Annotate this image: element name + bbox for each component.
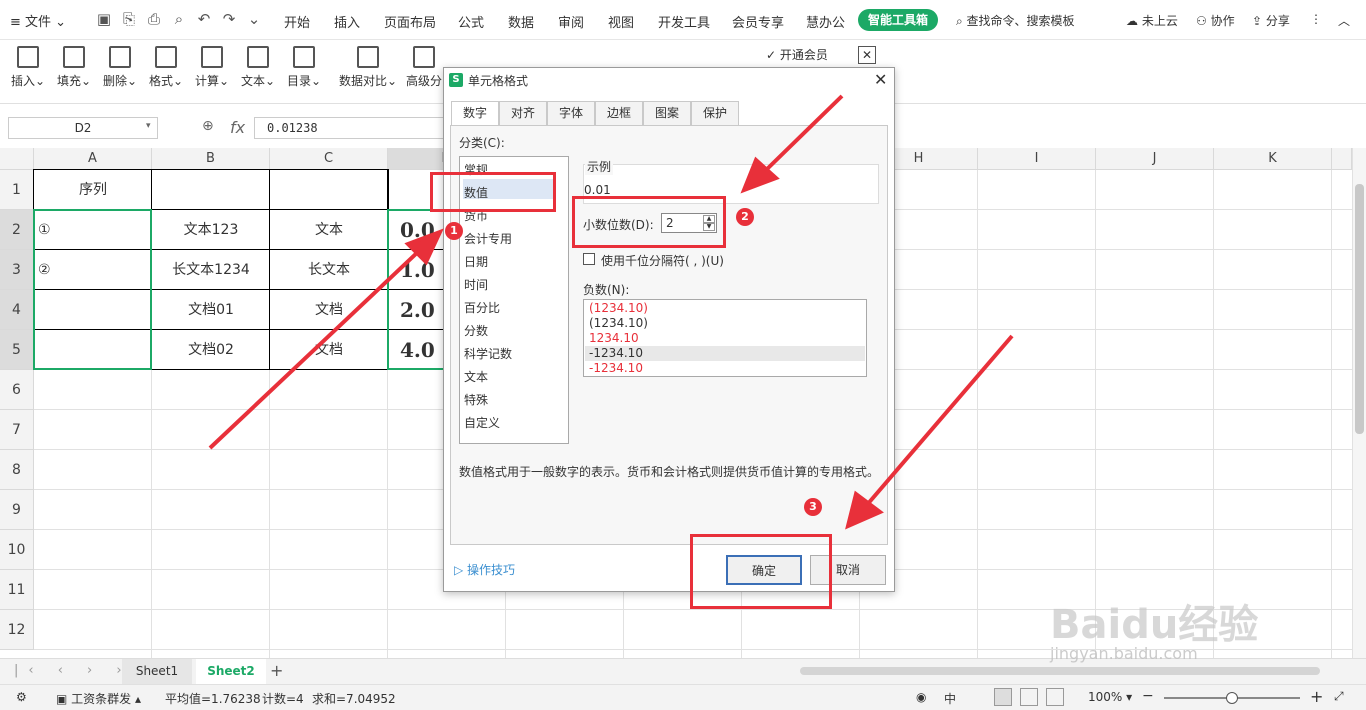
annotation-arrow-1 [208, 248, 422, 450]
watermark-url: jingyan.baidu.com [1050, 644, 1198, 663]
arrow-head-3 [845, 490, 884, 530]
sample-label: 示例 [585, 158, 614, 175]
annotation-arrow-2 [762, 94, 844, 174]
annotation-badge-2: 2 [736, 208, 754, 226]
watermark-logo: Baidu经验 [1050, 602, 1259, 648]
annotation-arrow-3 [864, 334, 1014, 508]
annotation-badge-3: 3 [804, 498, 822, 516]
annotation-badge-1: 1 [445, 222, 463, 240]
